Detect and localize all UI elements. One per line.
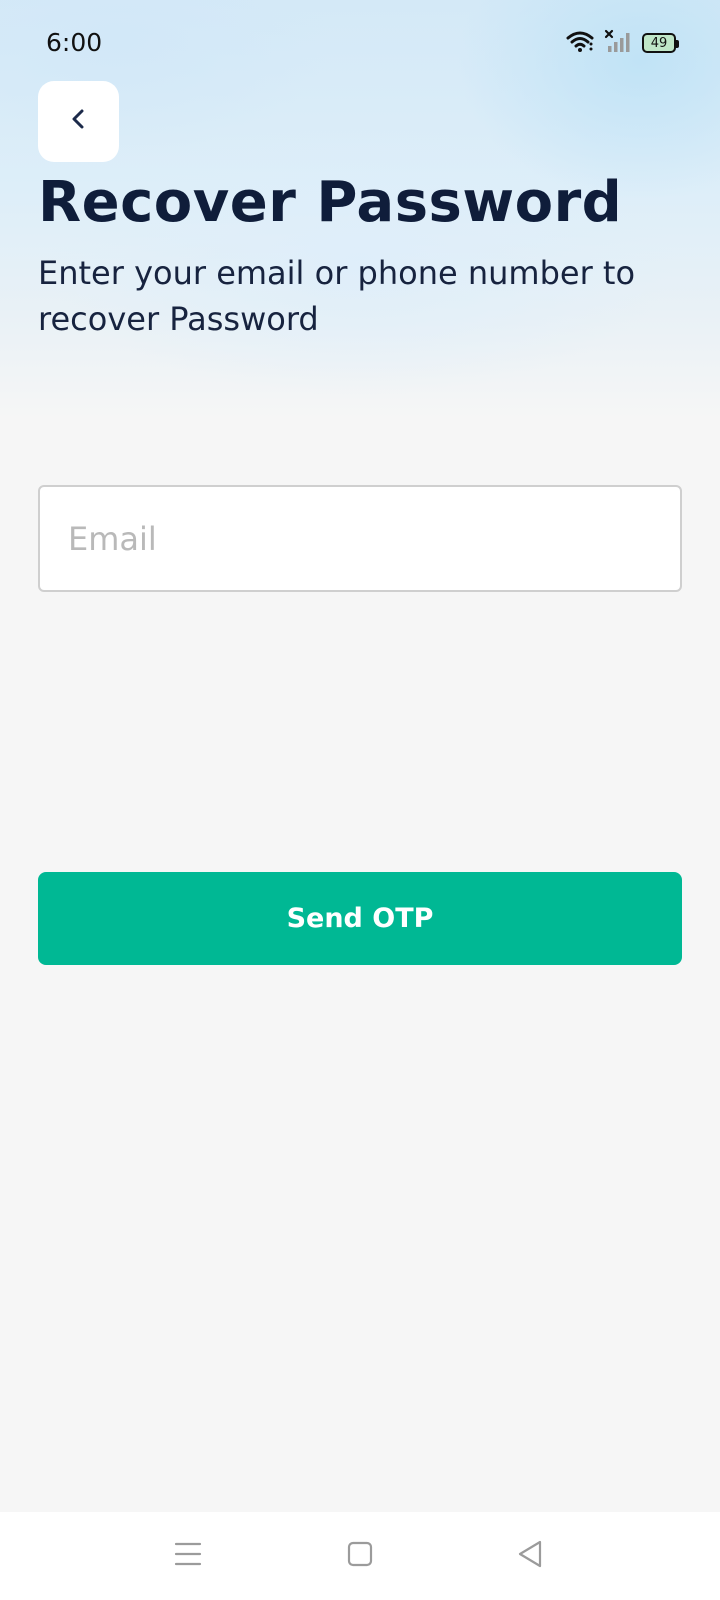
back-triangle-icon	[516, 1539, 544, 1574]
wifi-icon	[566, 29, 594, 58]
nav-home-button[interactable]	[320, 1512, 400, 1600]
page-subtitle: Enter your email or phone number to reco…	[38, 254, 636, 338]
recover-password-screen: 6:00 49 Recover Password Enter your emai…	[0, 0, 720, 1600]
status-time: 6:00	[46, 28, 103, 57]
menu-icon	[174, 1541, 202, 1572]
email-input[interactable]	[40, 487, 680, 590]
send-otp-button[interactable]: Send OTP	[38, 872, 682, 965]
battery-level: 49	[650, 35, 668, 51]
nav-menu-button[interactable]	[148, 1512, 228, 1600]
status-bar: 6:00 49	[0, 0, 720, 88]
nav-back-button[interactable]	[490, 1512, 570, 1600]
page-title: Recover Password	[38, 170, 623, 235]
status-icons: 49	[566, 29, 679, 58]
back-button[interactable]	[38, 81, 119, 162]
signal-off-icon	[604, 29, 632, 58]
email-field[interactable]	[38, 485, 682, 592]
system-nav-bar	[0, 1512, 720, 1600]
chevron-left-icon	[67, 107, 91, 136]
battery-icon: 49	[642, 33, 679, 53]
home-icon	[347, 1541, 373, 1572]
